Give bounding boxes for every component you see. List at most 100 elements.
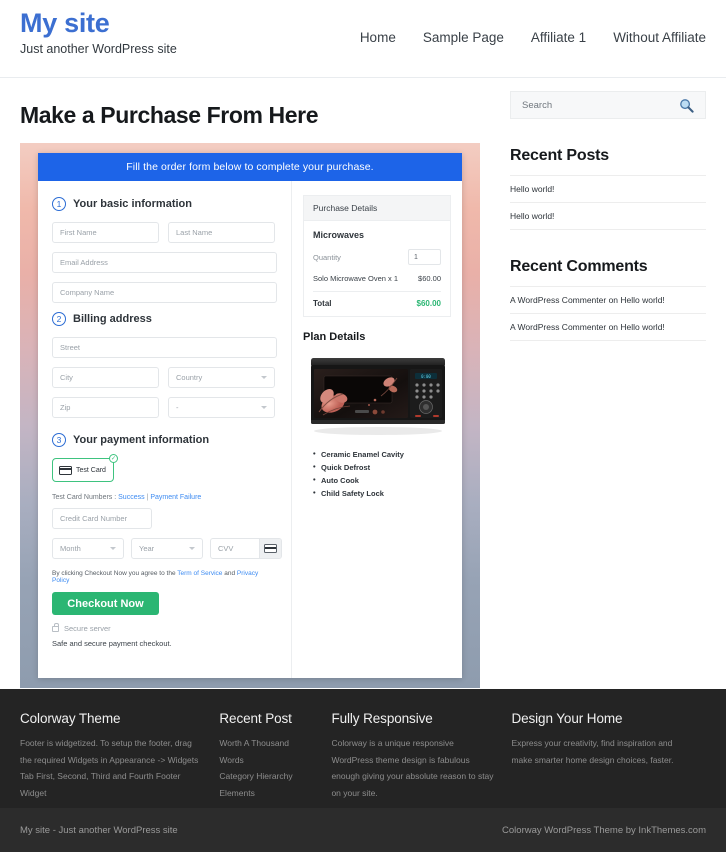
footer-column-3: Fully Responsive Colorway is a unique re… xyxy=(331,711,511,798)
expiry-row: Month Year CVV xyxy=(52,538,282,559)
search-widget[interactable]: Search xyxy=(510,91,706,119)
step-3-header: 3 Your payment information xyxy=(52,433,277,447)
content-column: Make a Purchase From Here Fill the order… xyxy=(20,78,488,689)
term-of-service-link[interactable]: Term of Service xyxy=(177,570,222,577)
site-tagline: Just another WordPress site xyxy=(20,41,177,56)
state-select-value: - xyxy=(176,403,179,412)
list-item[interactable]: A WordPress Commenter on Hello world! xyxy=(510,313,706,341)
line-item-row: Solo Microwave Oven x 1 $60.00 xyxy=(313,274,441,292)
test-card-success-link[interactable]: Success xyxy=(118,494,144,501)
recent-posts-title: Recent Posts xyxy=(510,147,609,164)
check-icon: ✓ xyxy=(109,454,118,463)
order-banner: Fill the order form below to complete yo… xyxy=(38,153,462,181)
footer-column-1: Colorway Theme Footer is widgetized. To … xyxy=(20,711,219,798)
microwave-product-image: 0:00 xyxy=(311,358,445,435)
site-branding[interactable]: My site Just another WordPress site xyxy=(20,0,177,56)
last-name-input[interactable]: Last Name xyxy=(168,222,275,243)
test-card-prefix: Test Card Numbers : xyxy=(52,494,119,501)
step-3-label: Your payment information xyxy=(73,434,210,446)
site-header: My site Just another WordPress site Home… xyxy=(0,0,726,78)
chevron-down-icon xyxy=(261,376,267,379)
footer-column-2: Recent Post Worth A Thousand Words Categ… xyxy=(219,711,331,798)
company-input[interactable]: Company Name xyxy=(52,282,277,303)
cvv-placeholder: CVV xyxy=(218,544,234,553)
checkout-now-button[interactable]: Checkout Now xyxy=(52,592,159,615)
quantity-row: Quantity 1 xyxy=(313,249,441,265)
recent-comments-list: A WordPress Commenter on Hello world! A … xyxy=(510,286,706,341)
secure-server-text: Secure server xyxy=(64,624,111,633)
checkout-background: Fill the order form below to complete yo… xyxy=(20,143,480,688)
city-input[interactable]: City xyxy=(52,367,159,388)
plan-details-title: Plan Details xyxy=(303,331,366,343)
list-item[interactable]: Elements xyxy=(219,785,315,802)
terms-notice: By clicking Checkout Now you agree to th… xyxy=(52,570,277,584)
site-title[interactable]: My site xyxy=(20,8,177,39)
list-item[interactable]: Hello world! xyxy=(510,175,706,202)
purchase-details-heading: Purchase Details xyxy=(304,196,450,221)
street-input[interactable]: Street xyxy=(52,337,277,358)
list-item[interactable]: Category Hierarchy xyxy=(219,768,315,785)
credit-card-number-input[interactable]: Credit Card Number xyxy=(52,508,152,529)
page-body: Make a Purchase From Here Fill the order… xyxy=(0,78,726,689)
test-card-failure-link[interactable]: Payment Failure xyxy=(150,494,201,501)
footer-text: Colorway is a unique responsive WordPres… xyxy=(331,738,494,798)
recent-comments-title: Recent Comments xyxy=(510,258,648,275)
terms-prefix: By clicking Checkout Now you agree to th… xyxy=(52,570,178,577)
svg-text:0:00: 0:00 xyxy=(421,374,431,379)
nav-item-affiliate-1[interactable]: Affiliate 1 xyxy=(531,30,586,45)
footer-credit[interactable]: Colorway WordPress Theme by InkThemes.co… xyxy=(502,825,706,836)
footer-text: Footer is widgetized. To setup the foote… xyxy=(20,738,199,798)
country-select[interactable]: Country xyxy=(168,367,275,388)
quantity-label: Quantity xyxy=(313,252,341,262)
footer-heading: Design Your Home xyxy=(511,711,623,726)
quantity-input[interactable]: 1 xyxy=(408,249,441,265)
list-item: Child Safety Lock xyxy=(313,488,451,498)
footer-column-4: Design Your Home Express your creativity… xyxy=(511,711,706,790)
first-name-input[interactable]: First Name xyxy=(52,222,159,243)
page-title: Make a Purchase From Here xyxy=(20,102,319,128)
sidebar: Search Recent Posts Hello world! Hello w… xyxy=(510,78,706,689)
step-1-header: 1 Your basic information xyxy=(52,197,277,211)
list-item: Quick Defrost xyxy=(313,462,451,472)
chevron-down-icon xyxy=(110,547,116,550)
line-item-price: $60.00 xyxy=(418,274,441,283)
checkout-card-body: 1 Your basic information First Name Last… xyxy=(38,181,462,678)
month-select-value: Month xyxy=(60,544,81,553)
checkout-form: 1 Your basic information First Name Last… xyxy=(38,181,291,678)
list-item[interactable]: Hello world! xyxy=(510,202,706,230)
footer-heading: Recent Post xyxy=(219,711,292,726)
feature-list: Ceramic Enamel Cavity Quick Defrost Auto… xyxy=(303,449,451,498)
footer-heading: Colorway Theme xyxy=(20,711,121,726)
footer-bottom-bar: My site - Just another WordPress site Co… xyxy=(0,808,726,852)
footer-heading: Fully Responsive xyxy=(331,711,433,726)
list-item[interactable]: Worth A Thousand Words xyxy=(219,735,315,768)
year-select-value: Year xyxy=(139,544,155,553)
cvv-card-icon xyxy=(259,539,281,558)
footer-recent-post-list: Worth A Thousand Words Category Hierarch… xyxy=(219,735,315,801)
recent-posts-list: Hello world! Hello world! xyxy=(510,175,706,230)
safe-checkout-text: Safe and secure payment checkout. xyxy=(52,639,172,648)
purchase-details-body: Microwaves Quantity 1 Solo Microwave Ove… xyxy=(304,221,450,316)
step-3-number: 3 xyxy=(52,433,66,447)
cvv-input[interactable]: CVV xyxy=(210,538,282,559)
credit-card-icon xyxy=(59,465,72,475)
test-card-tab[interactable]: ✓ Test Card xyxy=(52,454,118,482)
search-icon[interactable] xyxy=(679,98,694,113)
terms-mid: and xyxy=(222,570,237,577)
list-item[interactable]: A WordPress Commenter on Hello world! xyxy=(510,286,706,313)
email-input[interactable]: Email Address xyxy=(52,252,277,273)
nav-item-sample-page[interactable]: Sample Page xyxy=(423,30,504,45)
footer-copyright: My site - Just another WordPress site xyxy=(20,824,178,836)
zip-state-row: Zip - xyxy=(52,397,277,427)
total-price: $60.00 xyxy=(416,299,441,308)
month-select[interactable]: Month xyxy=(52,538,124,559)
nav-item-without-affiliate[interactable]: Without Affiliate xyxy=(613,30,706,45)
search-input[interactable]: Search xyxy=(522,100,552,111)
state-select[interactable]: - xyxy=(168,397,275,418)
chevron-down-icon xyxy=(189,547,195,550)
city-country-row: City Country xyxy=(52,367,277,397)
year-select[interactable]: Year xyxy=(131,538,203,559)
nav-item-home[interactable]: Home xyxy=(360,30,396,45)
zip-input[interactable]: Zip xyxy=(52,397,159,418)
test-card-tab-label: Test Card xyxy=(76,466,106,474)
